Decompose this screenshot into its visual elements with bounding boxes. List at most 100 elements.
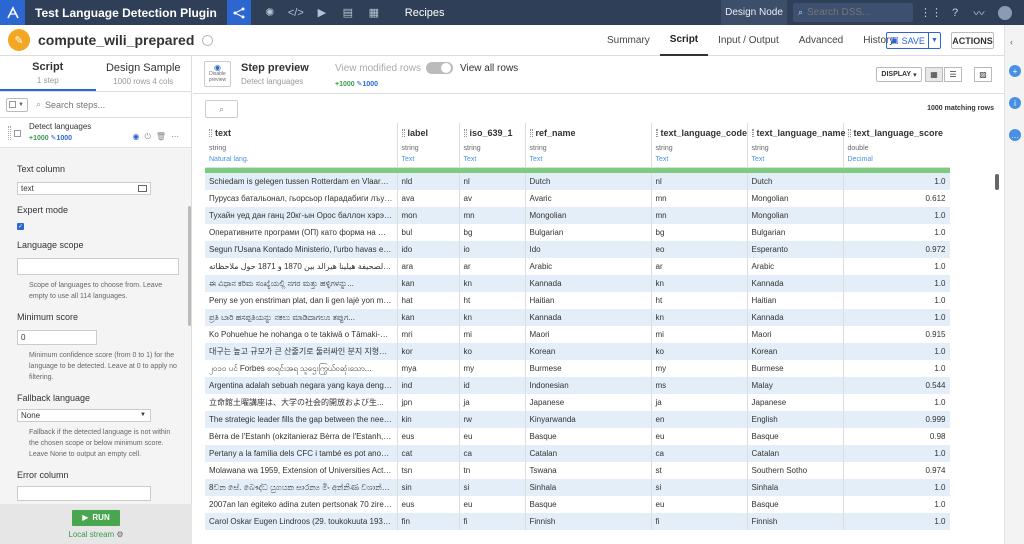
cell-iso_639_1[interactable]: mi (459, 326, 526, 343)
cell-text_language_code[interactable]: eo (651, 241, 748, 258)
cell-iso_639_1[interactable]: kn (459, 275, 526, 292)
cell-text[interactable]: ၂၀၁၀ ပင် Forbes စာရင်းအရ သူဌေးကြွယ်ဝဆုံး… (205, 360, 398, 377)
table-row[interactable]: ಪ್ರತಿ ಬಾರಿ ಹಸಪ್ಪತಿಯನ್ನು ನಕಲು ಮಾಡಿದಾಗಲೂ ತ… (205, 309, 950, 326)
cell-label[interactable]: eus (397, 496, 460, 513)
cell-ref_name[interactable]: Bulgarian (525, 224, 652, 241)
cell-ref_name[interactable]: Burmese (525, 360, 652, 377)
cell-text[interactable]: 대구는 높고 규모가 큰 산줄기로 둘러싸인 분지 지형이... (205, 343, 398, 360)
column-header-text_language_code[interactable]: text_language_code string Text (651, 123, 748, 168)
chart-view-icon[interactable]: ▨ (974, 67, 992, 82)
column-header-label[interactable]: label string Text (397, 123, 460, 168)
expert-mode-checkbox[interactable]: ✓ (17, 223, 24, 230)
power-icon[interactable]: ⏻ (145, 132, 151, 142)
column-meaning[interactable]: Text (656, 156, 743, 163)
cell-ref_name[interactable]: Sinhala (525, 479, 652, 496)
cell-text_language_code[interactable]: si (651, 479, 748, 496)
table-row[interactable]: ಈ ವಿಧಾನ ಕರಿಮ ಸಂಖ್ಯೆಯಲ್ಲಿ ನಗರ ಮತ್ತು ಹಳ್ಳಿ… (205, 275, 950, 292)
cell-text_language_name[interactable]: Catalan (747, 445, 844, 462)
grid-view-icon[interactable]: ▦ (925, 67, 943, 82)
column-drag-icon[interactable] (209, 129, 212, 137)
cell-text_language_code[interactable]: kn (651, 309, 748, 326)
cell-ref_name[interactable]: Tswana (525, 462, 652, 479)
column-picker-icon[interactable] (138, 185, 147, 192)
run-button[interactable]: ▶ RUN (72, 509, 120, 526)
cell-text_language_code[interactable]: en (651, 411, 748, 428)
column-drag-icon[interactable] (655, 129, 658, 137)
cell-text[interactable]: Оперативните програми (ОП) като форма на… (205, 224, 398, 241)
cell-text[interactable]: Ko Pohuehue he nohanga o te takiwā o Tām… (205, 326, 398, 343)
cell-text_language_score[interactable]: 0.612 (843, 190, 950, 207)
cell-text_language_code[interactable]: ht (651, 292, 748, 309)
cell-label[interactable]: cat (397, 445, 460, 462)
cell-text[interactable]: 立命館土曜講座は、大学の社会的開放および生... (205, 394, 398, 411)
tab-design-sample[interactable]: Design Sample 1000 rows 4 cols (96, 56, 192, 91)
cell-text_language_score[interactable]: 0.974 (843, 462, 950, 479)
language-scope-field[interactable] (17, 258, 179, 275)
table-row[interactable]: ၂၀၁၀ ပင် Forbes စာရင်းအရ သူဌေးကြွယ်ဝဆုံး… (205, 360, 950, 377)
table-row[interactable]: Molawana wa 1959, Extension of Universit… (205, 462, 950, 479)
cell-text_language_score[interactable]: 0.972 (843, 241, 950, 258)
cell-label[interactable]: ara (397, 258, 460, 275)
cell-iso_639_1[interactable]: rw (459, 411, 526, 428)
cell-text[interactable]: Pertany a la família dels CFC i també es… (205, 445, 398, 462)
cell-text_language_name[interactable]: Kannada (747, 275, 844, 292)
cell-text_language_code[interactable]: mn (651, 207, 748, 224)
cell-label[interactable]: mri (397, 326, 460, 343)
error-column-field[interactable] (17, 486, 151, 501)
deploy-icon[interactable]: ▤ (335, 0, 361, 25)
cell-text_language_name[interactable]: Basque (747, 496, 844, 513)
cell-text_language_name[interactable]: Esperanto (747, 241, 844, 258)
table-row[interactable]: Ko Pohuehue he nohanga o te takiwā o Tām… (205, 326, 950, 343)
cell-label[interactable]: jpn (397, 394, 460, 411)
column-meaning[interactable]: Text (464, 156, 521, 163)
column-drag-icon[interactable] (463, 129, 467, 137)
activity-icon[interactable]: 〰 (968, 0, 990, 25)
cell-label[interactable]: sin (397, 479, 460, 496)
eye-icon[interactable]: ◉ (133, 132, 140, 142)
cell-text_language_name[interactable]: Haitian (747, 292, 844, 309)
cell-ref_name[interactable]: Mongolian (525, 207, 652, 224)
cell-text_language_score[interactable]: 1.0 (843, 207, 950, 224)
cell-text_language_score[interactable]: 1.0 (843, 445, 950, 462)
table-row[interactable]: 8වන සේ. බෞද්ධ යුගයක සාරන්‍ය මිං අන්නිණ ව… (205, 479, 950, 496)
column-header-text_language_score[interactable]: text_language_score double Decimal (843, 123, 950, 168)
cell-text_language_code[interactable]: mi (651, 326, 748, 343)
cell-ref_name[interactable]: Ido (525, 241, 652, 258)
table-row[interactable]: Peny se yon enstriman plat, dan li gen l… (205, 292, 950, 309)
cell-text_language_name[interactable]: Korean (747, 343, 844, 360)
dashboard-icon[interactable]: ▦ (361, 0, 387, 25)
cell-text_language_name[interactable]: Malay (747, 377, 844, 394)
cell-ref_name[interactable]: Korean (525, 343, 652, 360)
left-panel-scrollbar[interactable] (188, 206, 191, 326)
cell-ref_name[interactable]: Catalan (525, 445, 652, 462)
table-row[interactable]: المغْنَلة لصحيفة هيلينا هيرالد بين 1870 … (205, 258, 950, 275)
settings-wheel-icon[interactable]: ✺ (257, 0, 283, 25)
tab-script[interactable]: Script (659, 25, 709, 56)
cell-label[interactable]: kan (397, 309, 460, 326)
cell-iso_639_1[interactable]: nl (459, 173, 526, 190)
table-row[interactable]: Тухайн үед дан ганц 20кг-ын Орос баллон … (205, 207, 950, 224)
cell-ref_name[interactable]: Kinyarwanda (525, 411, 652, 428)
cell-text[interactable]: Segun l'Usana Kontado Ministerio, l'urbo… (205, 241, 398, 258)
tab-advanced[interactable]: Advanced (789, 25, 853, 56)
cell-text_language_score[interactable]: 1.0 (843, 173, 950, 190)
cell-label[interactable]: ava (397, 190, 460, 207)
cell-text_language_code[interactable]: bg (651, 224, 748, 241)
cell-ref_name[interactable]: Maori (525, 326, 652, 343)
cell-text_language_score[interactable]: 0.98 (843, 428, 950, 445)
cell-label[interactable]: kan (397, 275, 460, 292)
avatar[interactable] (994, 0, 1016, 25)
column-storage-type[interactable]: string (752, 145, 839, 152)
cell-text_language_code[interactable]: eu (651, 428, 748, 445)
cell-text_language_code[interactable]: my (651, 360, 748, 377)
table-row[interactable]: Schiedam is gelegen tussen Rotterdam en … (205, 173, 950, 190)
disable-preview-button[interactable]: ◉ Disable preview (204, 61, 231, 87)
cell-ref_name[interactable]: Indonesian (525, 377, 652, 394)
cell-text_language_code[interactable]: kn (651, 275, 748, 292)
cell-text[interactable]: The strategic leader fills the gap betwe… (205, 411, 398, 428)
column-meaning[interactable]: Decimal (848, 156, 946, 163)
column-drag-icon[interactable] (401, 129, 405, 137)
cell-iso_639_1[interactable]: eu (459, 496, 526, 513)
cell-text[interactable]: Пурусаз батальонал, гьорсьор гIарадабиги… (205, 190, 398, 207)
column-drag-icon[interactable] (751, 129, 754, 137)
